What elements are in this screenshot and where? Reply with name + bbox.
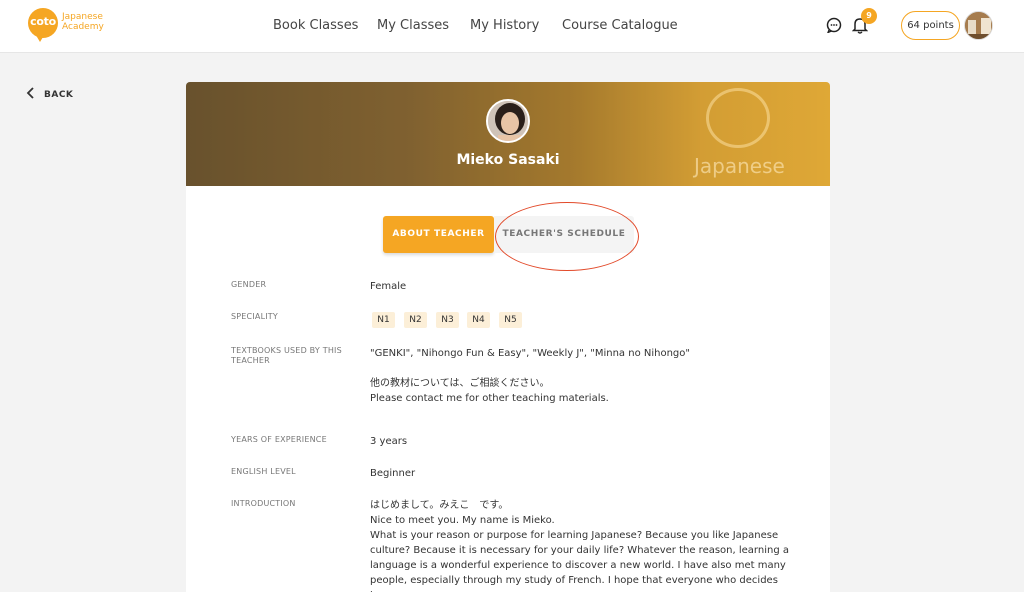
nav-my-history[interactable]: My History	[470, 18, 539, 33]
banner-logo-decoration	[706, 88, 770, 148]
intro-line: Nice to meet you. My name is Mieko.	[370, 515, 555, 526]
speciality-label: SPECIALITY	[231, 312, 278, 321]
points-button[interactable]: 64 points	[901, 11, 960, 40]
chevron-left-icon	[26, 87, 34, 99]
logo-line1: Japanese	[62, 12, 103, 22]
introduction-label: INTRODUCTION	[231, 499, 296, 508]
intro-line: people, especially through my study of F…	[370, 575, 778, 592]
back-label: BACK	[44, 90, 74, 100]
textbooks-line1: "GENKI", "Nihongo Fun & Easy", "Weekly J…	[370, 348, 690, 359]
highlight-annotation-circle	[495, 202, 639, 271]
user-avatar-image	[965, 12, 992, 39]
logo-badge-text: coto	[30, 15, 56, 28]
chat-bubble-icon[interactable]	[826, 17, 842, 33]
teacher-photo	[486, 99, 530, 143]
experience-label: YEARS OF EXPERIENCE	[231, 435, 327, 444]
speciality-chip: N2	[404, 312, 427, 328]
gender-label: GENDER	[231, 280, 267, 289]
intro-line: language is a wonderful experience to di…	[370, 560, 786, 571]
top-header: coto Japanese Academy Book Classes My Cl…	[0, 0, 1024, 53]
intro-line: culture? Because it is necessary for you…	[370, 545, 789, 556]
speciality-chip: N1	[372, 312, 395, 328]
nav-my-classes[interactable]: My Classes	[377, 18, 449, 33]
notification-count-badge: 9	[861, 8, 877, 24]
user-avatar[interactable]	[964, 11, 993, 40]
nav-course-catalogue[interactable]: Course Catalogue	[562, 18, 678, 33]
gender-value: Female	[370, 281, 407, 292]
speciality-chip: N5	[499, 312, 522, 328]
intro-line: What is your reason or purpose for learn…	[370, 530, 779, 541]
teacher-profile-card: Japanese Mieko Sasaki ABOUT TEACHER TEAC…	[186, 82, 830, 592]
textbooks-line2: 他の教材については、ご相談ください。	[370, 378, 550, 389]
experience-value: 3 years	[370, 436, 408, 447]
logo-tail	[34, 32, 46, 42]
speciality-chip: N4	[467, 312, 490, 328]
teacher-name: Mieko Sasaki	[456, 152, 560, 168]
tab-about-teacher[interactable]: ABOUT TEACHER	[383, 216, 494, 253]
english-level-label: ENGLISH LEVEL	[231, 467, 296, 476]
coto-logo[interactable]: coto Japanese Academy	[28, 8, 108, 44]
profile-banner: Japanese Mieko Sasaki	[186, 82, 830, 186]
english-level-value: Beginner	[370, 468, 416, 479]
textbooks-line3: Please contact me for other teaching mat…	[370, 393, 609, 404]
logo-line2: Academy	[62, 22, 104, 32]
textbooks-label: TEXTBOOKS USED BY THIS TEACHER	[231, 346, 342, 365]
speciality-chip: N3	[436, 312, 459, 328]
nav-book-classes[interactable]: Book Classes	[273, 18, 358, 33]
intro-line: はじめまして。みえこ です。	[370, 500, 509, 511]
